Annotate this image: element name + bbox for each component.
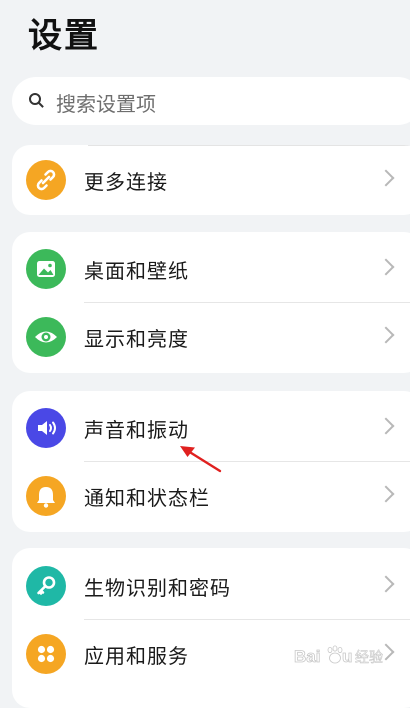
svg-text:u: u [342,647,352,666]
settings-item-label: 更多连接 [84,170,168,194]
settings-item-desktop-wallpaper[interactable]: 桌面和壁纸 [12,235,410,303]
settings-group-security-apps: 生物识别和密码 应用和服务 [12,548,410,708]
eye-icon [26,317,66,357]
settings-item-label: 通知和状态栏 [84,486,210,510]
svg-text:Bai: Bai [294,647,320,666]
search-input-placeholder[interactable]: 搜索设置项 [56,88,156,117]
chevron-right-icon [377,575,395,593]
image-icon [26,249,66,289]
search-bar[interactable]: 搜索设置项 [12,77,410,125]
settings-item-label: 生物识别和密码 [84,576,231,600]
settings-item-more-connections[interactable]: 更多连接 [12,146,410,214]
bell-icon [26,476,66,516]
page-title: 设置 [28,16,100,56]
link-icon [26,160,66,200]
chevron-right-icon [377,485,395,503]
settings-item-label: 声音和振动 [84,418,189,442]
search-icon [29,93,41,105]
settings-item-label: 显示和亮度 [84,327,189,351]
chevron-right-icon [377,258,395,276]
key-icon [26,566,66,606]
settings-item-biometrics-password[interactable]: 生物识别和密码 [12,552,410,620]
apps-grid-icon [26,634,66,674]
annotation-arrow-shaft [186,449,222,473]
settings-group-connections: 更多连接 [12,145,410,215]
chevron-right-icon [377,417,395,435]
chevron-right-icon [377,326,395,344]
baidu-watermark-logo: Bai u 经验 [294,641,384,671]
svg-text:经验: 经验 [355,650,383,666]
settings-item-label: 桌面和壁纸 [84,259,189,283]
settings-item-display-brightness[interactable]: 显示和亮度 [12,303,410,371]
speaker-icon [26,408,66,448]
annotation-arrow-icon [180,446,222,473]
settings-item-label: 应用和服务 [84,644,189,668]
chevron-right-icon [377,169,395,187]
settings-group-display: 桌面和壁纸 显示和亮度 [12,232,410,373]
